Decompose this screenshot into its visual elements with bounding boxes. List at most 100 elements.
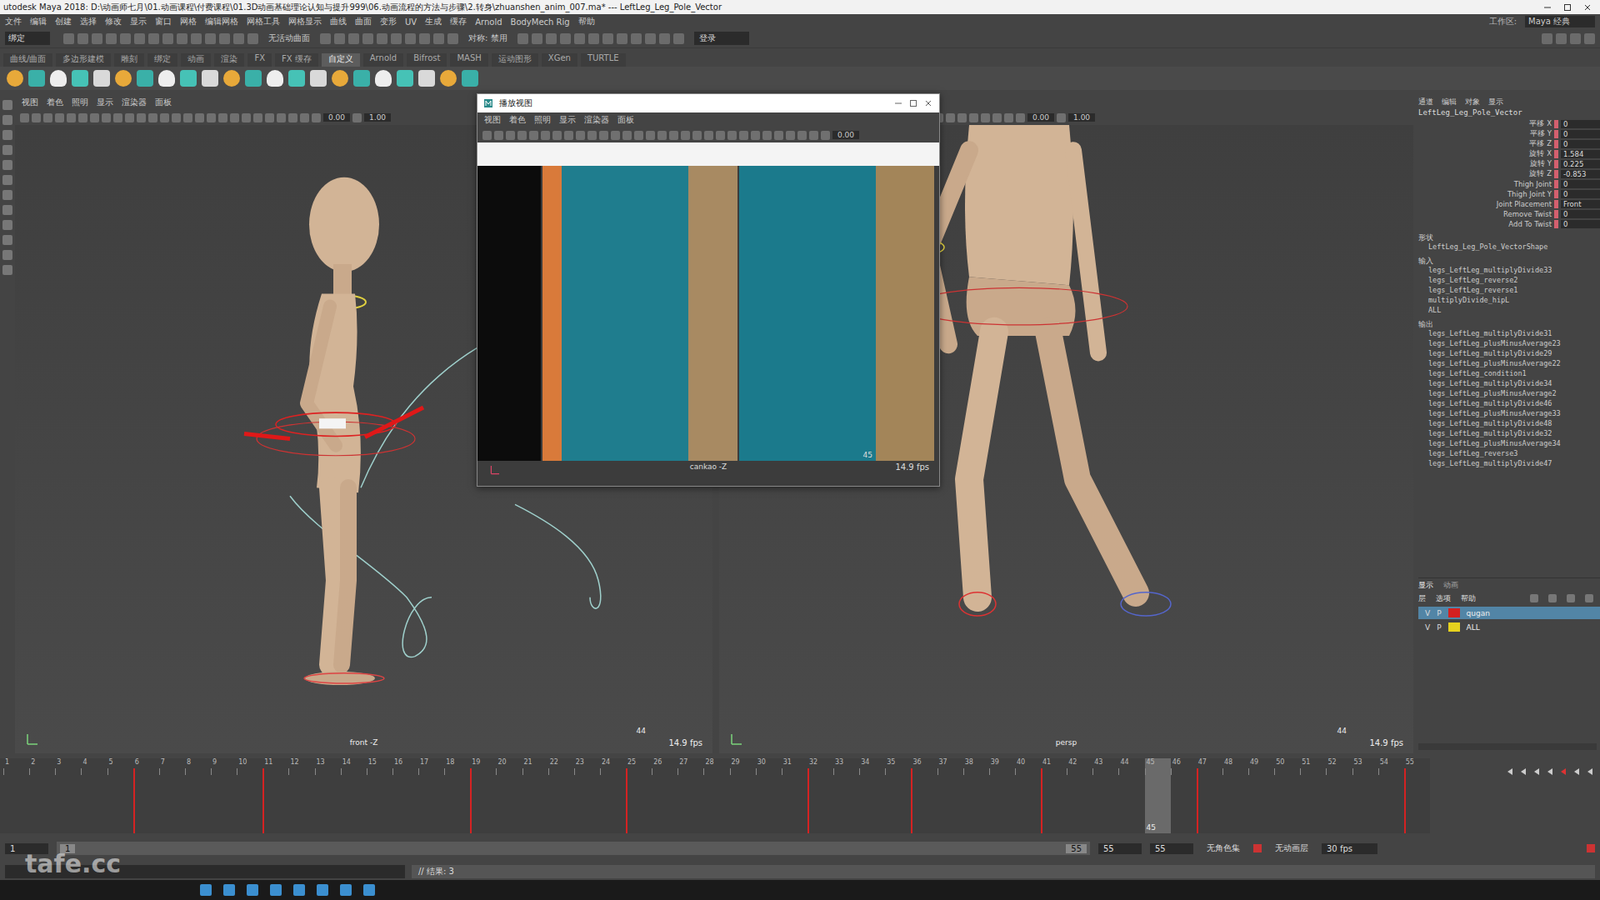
anim-end-field[interactable]: 55 bbox=[1150, 843, 1194, 855]
attribute-row[interactable]: 旋转 Y0.225 bbox=[1418, 159, 1600, 170]
shelf-tool-icon[interactable] bbox=[310, 70, 327, 87]
shelf-tool-icon[interactable] bbox=[28, 70, 45, 87]
panel-tool-icon[interactable] bbox=[564, 130, 574, 140]
taskbar-app-icon[interactable] bbox=[200, 884, 212, 896]
end-time-field[interactable]: 55 bbox=[1098, 843, 1142, 855]
panel-tool-icon[interactable] bbox=[1056, 113, 1066, 123]
timeline-frame[interactable]: 28 bbox=[703, 758, 730, 834]
tool-icon[interactable] bbox=[1555, 33, 1567, 45]
shelf-tool-icon[interactable] bbox=[201, 70, 219, 87]
shelf-tool-icon[interactable] bbox=[353, 70, 370, 87]
output-node[interactable]: legs_LeftLeg_condition1 bbox=[1418, 369, 1600, 380]
shelf-tool-icon[interactable] bbox=[158, 70, 175, 87]
timeline-frame[interactable]: 36 bbox=[910, 758, 937, 834]
panel-tool-icon[interactable] bbox=[20, 113, 30, 123]
tool-icon[interactable] bbox=[390, 33, 402, 45]
panel-tool-icon[interactable] bbox=[311, 113, 321, 123]
timeline-frame[interactable]: 30 bbox=[755, 758, 782, 834]
playback-button-icon[interactable] bbox=[1558, 766, 1569, 777]
shelf-tool-icon[interactable] bbox=[136, 70, 154, 87]
attribute-value[interactable]: 0 bbox=[1560, 190, 1600, 199]
menu-item[interactable]: UV bbox=[405, 17, 417, 27]
tool-icon[interactable] bbox=[105, 33, 117, 45]
output-node[interactable]: legs_LeftLeg_plusMinusAverage33 bbox=[1418, 409, 1600, 420]
panel-menu-item[interactable]: 照明 bbox=[534, 114, 551, 126]
shelf-tool-icon[interactable] bbox=[50, 70, 67, 87]
timeline-frame[interactable]: 20 bbox=[495, 758, 522, 834]
exposure-field[interactable]: 0.00 bbox=[323, 113, 350, 122]
tool-icon[interactable] bbox=[560, 33, 571, 45]
tool-icon[interactable] bbox=[134, 33, 145, 45]
timeline-frame[interactable]: 4545 bbox=[1145, 758, 1171, 834]
attribute-row[interactable]: 平移 X0 bbox=[1418, 119, 1600, 130]
panel-tool-icon[interactable] bbox=[727, 130, 737, 140]
layer-row[interactable]: VPqugan bbox=[1418, 606, 1600, 620]
tool-icon[interactable] bbox=[1570, 33, 1581, 45]
timeline-frame[interactable]: 6 bbox=[133, 758, 160, 834]
playback-button-icon[interactable] bbox=[1585, 766, 1595, 777]
tool-icon[interactable] bbox=[247, 33, 259, 45]
panel-tool-icon[interactable] bbox=[206, 113, 216, 123]
shelf-tab[interactable]: Bifrost bbox=[406, 53, 447, 67]
shelf-tool-icon[interactable] bbox=[288, 70, 305, 87]
panel-tool-icon[interactable] bbox=[599, 130, 609, 140]
timeline-frame[interactable]: 37 bbox=[937, 758, 964, 834]
character-set-dropdown[interactable]: 无角色集 bbox=[1201, 841, 1245, 855]
playback-button-icon[interactable] bbox=[1518, 766, 1529, 777]
menu-item[interactable]: 创建 bbox=[55, 15, 72, 28]
timeline-frame[interactable]: 50 bbox=[1274, 758, 1300, 834]
shelf-tab[interactable]: 自定义 bbox=[321, 53, 360, 67]
layer-menu-item[interactable]: 帮助 bbox=[1460, 593, 1476, 605]
minimize-icon[interactable] bbox=[1543, 3, 1552, 12]
shelf-tool-icon[interactable] bbox=[223, 70, 240, 87]
timeline-frame[interactable]: 29 bbox=[730, 758, 756, 834]
shelf-tool-icon[interactable] bbox=[71, 70, 89, 87]
menu-item[interactable]: 帮助 bbox=[578, 15, 595, 28]
shelf-tab[interactable]: Arnold bbox=[363, 53, 404, 67]
panel-menu-item[interactable]: 视图 bbox=[484, 114, 501, 126]
panel-tool-icon[interactable] bbox=[704, 130, 714, 140]
panel-tool-icon[interactable] bbox=[680, 130, 690, 140]
shelf-tool-icon[interactable] bbox=[396, 70, 414, 87]
shelf-tab[interactable]: 动画 bbox=[180, 53, 211, 67]
timeline-frame[interactable]: 43 bbox=[1092, 758, 1119, 834]
panel-tool-icon[interactable] bbox=[622, 130, 632, 140]
timeline-frame[interactable]: 17 bbox=[418, 758, 445, 834]
panel-tool-icon[interactable] bbox=[809, 130, 819, 140]
timeline-frame[interactable]: 3 bbox=[55, 758, 81, 834]
timeline-frame[interactable]: 24 bbox=[600, 758, 626, 834]
tool-icon[interactable] bbox=[120, 33, 131, 45]
menu-item[interactable]: 修改 bbox=[105, 15, 122, 28]
shape-node[interactable]: LeftLeg_Leg_Pole_VectorShape bbox=[1418, 242, 1600, 253]
panel-tool-icon[interactable] bbox=[692, 130, 702, 140]
panel-tool-icon[interactable] bbox=[529, 130, 539, 140]
tool-icon[interactable] bbox=[545, 33, 557, 45]
input-node[interactable]: multiplyDivide_hipL bbox=[1418, 295, 1600, 306]
shelf-tab[interactable]: TURTLE bbox=[580, 53, 626, 67]
panel-menu-item[interactable]: 面板 bbox=[155, 96, 172, 109]
close-icon[interactable] bbox=[924, 99, 933, 108]
panel-tool-icon[interactable] bbox=[160, 113, 170, 123]
shelf-tab[interactable]: 雕刻 bbox=[114, 53, 145, 67]
panel-tool-icon[interactable] bbox=[739, 130, 749, 140]
tool-icon[interactable] bbox=[531, 33, 543, 45]
panel-tool-icon[interactable] bbox=[957, 113, 967, 123]
panel-tool-icon[interactable] bbox=[218, 113, 228, 123]
attribute-row[interactable]: 旋转 X1.584 bbox=[1418, 149, 1600, 160]
tool-icon[interactable] bbox=[673, 33, 685, 45]
shelf-tab[interactable]: 曲线/曲面 bbox=[3, 53, 53, 67]
layer-tool-icon[interactable] bbox=[1548, 594, 1557, 603]
panel-tool-icon[interactable] bbox=[136, 113, 146, 123]
panel-tool-icon[interactable] bbox=[300, 113, 310, 123]
visibility-toggle[interactable]: V bbox=[1425, 609, 1430, 618]
auto-key-icon[interactable] bbox=[1586, 844, 1595, 853]
shelf-tool-icon[interactable] bbox=[440, 70, 457, 87]
panel-tool-icon[interactable] bbox=[78, 113, 88, 123]
attribute-value[interactable]: 0 bbox=[1560, 180, 1600, 189]
panel-tool-icon[interactable] bbox=[575, 130, 585, 140]
maximize-icon[interactable] bbox=[909, 99, 918, 108]
attribute-value[interactable]: 0 bbox=[1560, 210, 1600, 219]
panel-tool-icon[interactable] bbox=[797, 130, 807, 140]
input-node[interactable]: ALL bbox=[1418, 305, 1600, 316]
panel-menu-item[interactable]: 渲染器 bbox=[121, 96, 147, 109]
